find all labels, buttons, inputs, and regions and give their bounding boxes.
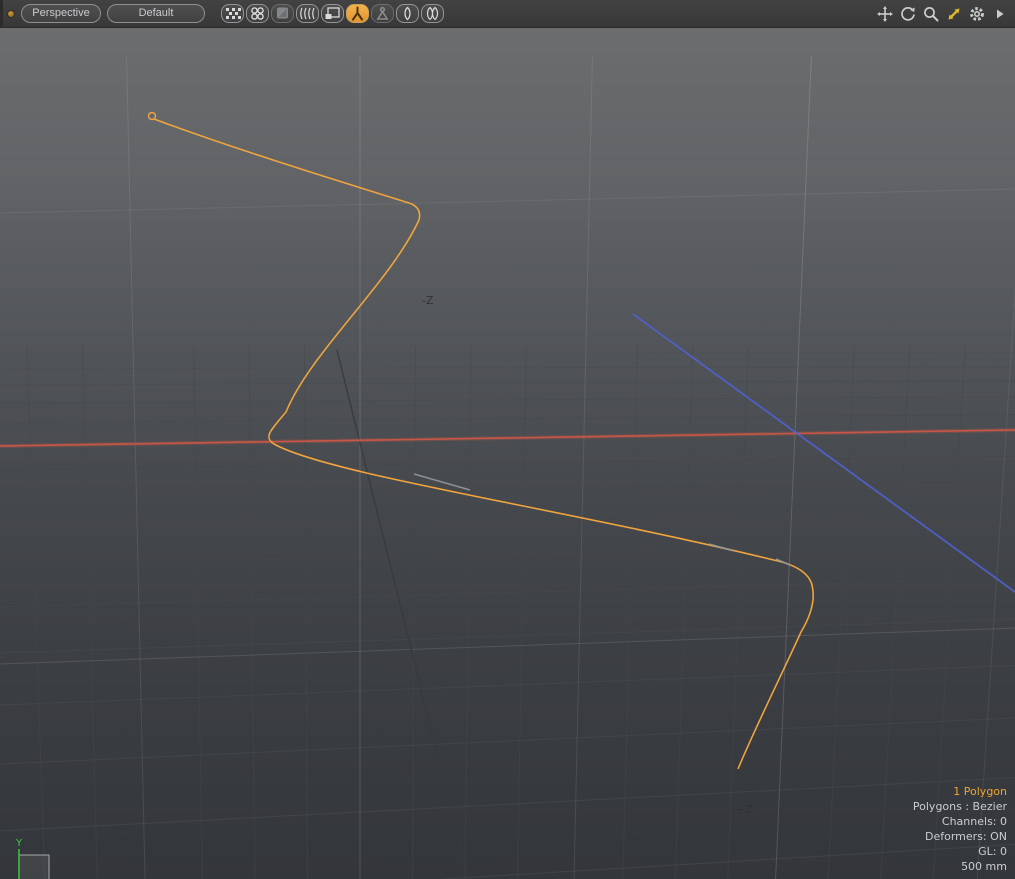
grid-line-horizontal: [0, 666, 1015, 705]
grid-line-horizontal: [0, 481, 1015, 498]
grid-line-depth: [305, 346, 308, 879]
vertex-stand-icon[interactable]: [371, 4, 394, 23]
modo-3d-viewport-window: Perspective Default: [0, 0, 1015, 879]
view-control-row: [876, 5, 1015, 23]
viewport-status-dot: [7, 10, 15, 18]
curve-start-vertex-marker: [149, 113, 156, 120]
grid-line-depth: [465, 346, 471, 879]
viewport-info-readout: 1 Polygon Polygons : Bezier Channels: 0 …: [913, 784, 1007, 874]
orbit-view-icon[interactable]: [899, 5, 917, 23]
grid-line-depth: [83, 346, 98, 879]
pan-view-icon[interactable]: [876, 5, 894, 23]
channels-count: Channels: 0: [913, 814, 1007, 829]
grid-major-vertical: [127, 56, 146, 879]
workplane-square: [19, 855, 49, 879]
zoom-view-icon[interactable]: [922, 5, 940, 23]
grid-line-depth: [674, 346, 693, 879]
grid-line-horizontal: [0, 619, 1015, 653]
grid-line-horizontal: [0, 778, 1015, 831]
curve-double-leaf-icon[interactable]: [421, 4, 444, 23]
curve-occluded-segment: [776, 559, 790, 565]
grid-major-horizontal: [0, 189, 1015, 213]
vertex-mode-icon[interactable]: [346, 4, 369, 23]
grid-line-depth: [517, 346, 526, 879]
polygon-count: 1 Polygon: [913, 784, 1007, 799]
texture-checker-icon[interactable]: [221, 4, 244, 23]
gl-count: GL: 0: [913, 844, 1007, 859]
grid-line-horizontal: [0, 844, 1015, 879]
grid-line-horizontal: [0, 510, 1015, 530]
grid-line-depth: [622, 346, 637, 879]
orientation-gizmo: Y X Z: [12, 838, 59, 879]
grid-line-depth: [27, 346, 46, 879]
gizmo-y-label: Y: [15, 838, 23, 849]
grid-line-depth: [249, 346, 255, 879]
grid-line-horizontal: [0, 397, 1015, 403]
grid-line-horizontal: [0, 456, 1015, 470]
grid-line-depth: [194, 346, 203, 879]
wireframe-waves-icon[interactable]: [296, 4, 319, 23]
world-axes: [0, 314, 1015, 592]
ground-grid: [0, 56, 1015, 879]
grid-major-horizontal: [0, 628, 1015, 664]
maximize-viewport-icon[interactable]: [945, 5, 963, 23]
grid-line-horizontal: [0, 415, 1015, 423]
matcap-square-icon[interactable]: [271, 4, 294, 23]
grid-line-horizontal: [0, 353, 1015, 354]
grid-size: 500 mm: [913, 859, 1007, 874]
z-axis-line: [633, 314, 1015, 592]
positive-z-label: +Z: [736, 803, 753, 816]
grid-line-horizontal: [0, 366, 1015, 369]
perspective-3d-viewport[interactable]: -Z +Z Y X Z 1 Polygon Polygons : Bezier C…: [0, 28, 1015, 879]
grid-line-depth: [412, 346, 415, 879]
grid-major-vertical: [975, 56, 1015, 879]
expand-menu-arrow-icon[interactable]: [991, 5, 1009, 23]
scene-canvas: -Z +Z Y X Z: [0, 28, 1015, 879]
grid-line-horizontal: [0, 542, 1015, 566]
grid-line-depth: [727, 346, 749, 879]
shading-icon-row: [221, 4, 446, 23]
shading-style-dropdown[interactable]: Default: [107, 4, 205, 23]
grid-line-horizontal: [0, 578, 1015, 607]
viewport-toolbar: Perspective Default: [0, 0, 1015, 28]
shaded-circles-icon[interactable]: [246, 4, 269, 23]
grid-major-vertical: [774, 56, 811, 879]
grid-line-horizontal: [0, 381, 1015, 385]
ghost-overlay-icon[interactable]: [321, 4, 344, 23]
deformers-state: Deformers: ON: [913, 829, 1007, 844]
curve-occluded-segment: [709, 544, 734, 551]
polygon-type: Polygons : Bezier: [913, 799, 1007, 814]
negative-z-label: -Z: [422, 294, 434, 307]
grid-line-depth: [827, 346, 854, 879]
grid-accent-line: [337, 350, 475, 879]
grid-line-horizontal: [0, 718, 1015, 764]
x-axis-line: [0, 430, 1015, 446]
view-type-dropdown[interactable]: Perspective: [21, 4, 101, 23]
curve-occluded-segment: [414, 474, 470, 490]
grid-major-vertical: [573, 56, 592, 879]
grid-line-depth: [879, 346, 910, 879]
viewport-settings-gear-icon[interactable]: [968, 5, 986, 23]
curve-leaf-icon[interactable]: [396, 4, 419, 23]
